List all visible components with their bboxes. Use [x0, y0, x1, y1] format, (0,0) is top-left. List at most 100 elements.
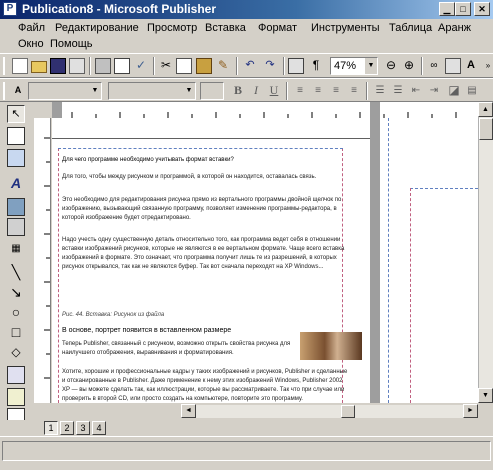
margin-guide	[58, 148, 343, 150]
align-center-icon[interactable]: ≡	[310, 83, 326, 99]
minimize-icon[interactable]: ▁	[439, 2, 455, 16]
maximize-icon[interactable]: □	[455, 2, 471, 16]
menu-window[interactable]: Окно	[18, 37, 44, 51]
paragraph[interactable]: Это необходимо для редактирования рисунк…	[62, 196, 352, 223]
facing-page[interactable]	[380, 118, 478, 403]
undo-icon[interactable]: ↶	[242, 58, 258, 74]
chevron-down-icon[interactable]: ▼	[365, 58, 377, 74]
vertical-scrollbar[interactable]: ▲ ▼	[478, 102, 493, 403]
menu-view[interactable]: Просмотр	[147, 21, 197, 35]
align-left-icon[interactable]: ≡	[292, 83, 308, 99]
copy-icon[interactable]	[176, 58, 192, 74]
cut-icon[interactable]: ✂	[158, 58, 174, 74]
hot-spot-icon[interactable]	[7, 366, 25, 384]
numbering-icon[interactable]: ☰	[372, 83, 388, 99]
fill-color-icon[interactable]: ◪	[446, 83, 462, 99]
underline-button[interactable]: U	[266, 83, 282, 99]
page-tab[interactable]: 1	[44, 421, 58, 435]
styles-icon[interactable]: A	[10, 83, 26, 99]
zoom-in-icon[interactable]: ⊕	[401, 58, 417, 74]
paragraph-mark-icon[interactable]: ¶	[308, 58, 324, 74]
chevron-down-icon[interactable]: ▼	[183, 83, 195, 99]
margin-guide	[388, 118, 390, 403]
publication-page[interactable]: Для чего программе необходимо учитывать …	[52, 118, 370, 403]
frame-icon[interactable]	[445, 58, 461, 74]
menu-help[interactable]: Помощь	[50, 37, 93, 51]
arrow-tool-icon[interactable]: ↘	[7, 283, 25, 301]
bold-button[interactable]: B	[230, 83, 246, 99]
paste-icon[interactable]	[196, 58, 212, 74]
horizontal-scrollbar[interactable]: ◄ ►	[181, 404, 478, 418]
insert-table-icon[interactable]	[7, 149, 25, 167]
menu-table[interactable]: Таблица	[389, 21, 432, 35]
clip-art-icon[interactable]	[7, 218, 25, 236]
horizontal-ruler[interactable]	[52, 102, 478, 119]
margin-guide	[410, 188, 412, 403]
publication-workspace[interactable]: Для чего программе необходимо учитывать …	[52, 118, 478, 403]
menu-tools[interactable]: Инструменты	[311, 21, 380, 35]
oval-tool-icon[interactable]: ○	[7, 303, 25, 321]
scanner-icon[interactable]: ▦	[7, 240, 25, 258]
menu-edit[interactable]: Редактирование	[55, 21, 139, 35]
print-preview-icon[interactable]	[114, 58, 130, 74]
title-bar[interactable]: P Publication8 - Microsoft Publisher ▁ □…	[0, 0, 493, 19]
bullets-icon[interactable]: ☰	[390, 83, 406, 99]
scroll-down-icon[interactable]: ▼	[478, 388, 493, 403]
vertical-ruler[interactable]	[34, 118, 51, 403]
paragraph[interactable]: Надо учесть одну существенную деталь отн…	[62, 236, 352, 272]
spelling-icon[interactable]: ✓	[133, 58, 149, 74]
page-tab[interactable]: 2	[60, 421, 74, 435]
scroll-thumb[interactable]	[479, 118, 493, 140]
picture-frame-icon[interactable]	[7, 198, 25, 216]
italic-button[interactable]: I	[248, 83, 264, 99]
increase-indent-icon[interactable]: ⇥	[426, 83, 442, 99]
redo-icon[interactable]: ↷	[262, 58, 278, 74]
font-combo[interactable]: ▼	[108, 82, 196, 100]
insert-hyperlink-icon[interactable]	[288, 58, 304, 74]
line-color-icon[interactable]: ▤	[464, 83, 480, 99]
format-painter-icon[interactable]: ✎	[215, 58, 231, 74]
print-icon[interactable]	[95, 58, 111, 74]
line-tool-icon[interactable]: ╲	[7, 263, 25, 281]
ruler-corner[interactable]	[34, 102, 52, 118]
mail-icon[interactable]	[69, 58, 85, 74]
style-combo[interactable]: ▼	[28, 82, 102, 100]
wordart-icon[interactable]: A	[7, 174, 25, 192]
text-style-icon[interactable]: A	[463, 58, 479, 74]
zoom-out-icon[interactable]: ⊖	[383, 58, 399, 74]
chevron-down-icon[interactable]: ▼	[89, 83, 101, 99]
decrease-indent-icon[interactable]: ⇤	[408, 83, 424, 99]
open-icon[interactable]	[31, 61, 47, 73]
connect-frames-icon[interactable]: ∞	[426, 58, 442, 74]
align-right-icon[interactable]: ≡	[328, 83, 344, 99]
page-tab[interactable]: 4	[92, 421, 106, 435]
inserted-photo[interactable]	[300, 332, 362, 360]
scroll-up-icon[interactable]: ▲	[478, 102, 493, 117]
paragraph[interactable]: Для чего программе необходимо учитывать …	[62, 156, 352, 165]
zoom-combo[interactable]: 47% ▼	[330, 57, 378, 75]
new-icon[interactable]	[12, 58, 28, 74]
close-icon[interactable]: ✕	[474, 2, 490, 16]
publisher-icon[interactable]: P	[3, 2, 17, 16]
autoshapes-icon[interactable]: ◇	[7, 343, 25, 361]
menu-file[interactable]: Файл	[18, 21, 45, 35]
figure-caption[interactable]: Рис. 44. Вставка: Рисунок из файла	[62, 311, 352, 320]
toolbar-options-icon[interactable]: »	[480, 58, 493, 74]
text-box-icon[interactable]	[7, 127, 25, 145]
select-pointer-icon[interactable]: ↖	[7, 105, 25, 123]
paragraph[interactable]: Для того, чтобы между рисунком и програм…	[62, 173, 352, 182]
scroll-left-icon[interactable]: ◄	[181, 404, 196, 418]
save-icon[interactable]	[50, 58, 66, 74]
page-tab[interactable]: 3	[76, 421, 90, 435]
paragraph[interactable]: Теперь Publisher, связанный с рисунком, …	[62, 340, 292, 358]
justify-icon[interactable]: ≡	[346, 83, 362, 99]
paragraph[interactable]: Хотите, хорошие и профессиональные кадры…	[62, 368, 352, 403]
form-control-icon[interactable]	[7, 388, 25, 406]
scroll-thumb[interactable]	[341, 405, 355, 418]
rectangle-tool-icon[interactable]: □	[7, 323, 25, 341]
menu-arrange[interactable]: Аранж	[438, 21, 471, 35]
font-size-combo[interactable]	[200, 82, 224, 100]
scroll-right-icon[interactable]: ►	[463, 404, 478, 418]
menu-format[interactable]: Формат	[258, 21, 297, 35]
menu-insert[interactable]: Вставка	[205, 21, 246, 35]
